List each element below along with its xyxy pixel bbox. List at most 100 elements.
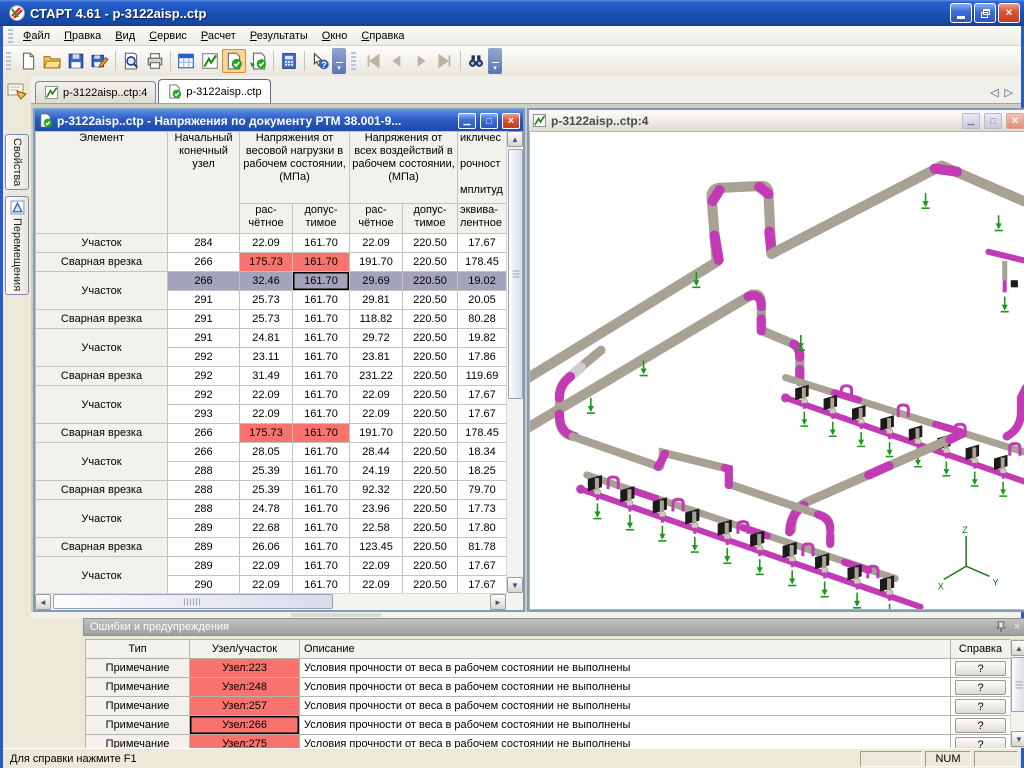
col-header-element[interactable]: Элемент xyxy=(36,132,168,234)
value-cell[interactable]: 17.86 xyxy=(458,348,507,367)
err-col-help[interactable]: Справка xyxy=(951,640,1011,659)
grid-horizontal-scrollbar[interactable]: ◄ ► xyxy=(35,593,506,610)
node-cell[interactable]: 289 xyxy=(168,519,240,538)
value-cell[interactable]: 220.50 xyxy=(403,462,458,481)
value-cell[interactable]: 161.70 xyxy=(293,519,350,538)
toolbar-overflow-button[interactable]: ▾ xyxy=(332,48,346,74)
value-cell[interactable]: 24.78 xyxy=(240,500,293,519)
value-cell[interactable]: 19.82 xyxy=(458,329,507,348)
element-cell[interactable]: Сварная врезка xyxy=(36,481,168,500)
tab-scroll-left-icon[interactable]: ◁ xyxy=(990,86,998,99)
value-cell[interactable]: 22.09 xyxy=(240,386,293,405)
help-button[interactable]: ? xyxy=(955,699,1006,714)
value-cell[interactable]: 23.11 xyxy=(240,348,293,367)
menu-view[interactable]: Вид xyxy=(108,27,142,45)
node-cell[interactable]: 266 xyxy=(168,272,240,291)
minimize-button[interactable] xyxy=(950,3,972,23)
editor-window-button[interactable] xyxy=(174,49,198,73)
error-node-cell[interactable]: Узел:275 xyxy=(190,735,300,749)
tab-view[interactable]: p-3122aisp..ctp:4 xyxy=(35,81,156,103)
save-button[interactable] xyxy=(64,49,88,73)
element-cell[interactable]: Сварная врезка xyxy=(36,424,168,443)
value-cell[interactable]: 24.81 xyxy=(240,329,293,348)
stress-row[interactable]: Сварная врезка29125.73161.70118.82220.50… xyxy=(36,310,507,329)
value-cell[interactable]: 161.70 xyxy=(293,329,350,348)
menu-help[interactable]: Справка xyxy=(354,27,411,45)
stress-row[interactable]: Сварная врезка266175.73161.70191.70220.5… xyxy=(36,424,507,443)
value-cell[interactable]: 231.22 xyxy=(350,367,403,386)
error-node-cell[interactable]: Узел:223 xyxy=(190,659,300,678)
stress-window-titlebar[interactable]: p-3122aisp..ctp - Напряжения по документ… xyxy=(35,110,523,131)
sidebar-tab-displacements[interactable]: Перемещения xyxy=(5,196,29,295)
error-node-cell[interactable]: Узел:248 xyxy=(190,678,300,697)
value-cell[interactable]: 22.09 xyxy=(240,234,293,253)
3d-viewport[interactable]: Z X Y xyxy=(529,131,1024,610)
col-header-allow2[interactable]: допус- тимое xyxy=(403,204,458,234)
node-cell[interactable]: 284 xyxy=(168,234,240,253)
element-cell[interactable]: Участок xyxy=(36,234,168,253)
node-cell[interactable]: 266 xyxy=(168,443,240,462)
value-cell[interactable]: 25.39 xyxy=(240,481,293,500)
scroll-up-icon[interactable]: ▲ xyxy=(507,131,523,147)
value-cell[interactable]: 17.67 xyxy=(458,234,507,253)
error-type-cell[interactable]: Примечание xyxy=(86,659,190,678)
value-cell[interactable]: 22.09 xyxy=(350,576,403,594)
value-cell[interactable]: 29.81 xyxy=(350,291,403,310)
err-col-type[interactable]: Тип xyxy=(86,640,190,659)
scroll-left-icon[interactable]: ◄ xyxy=(35,594,51,610)
value-cell[interactable]: 178.45 xyxy=(458,253,507,272)
stress-row[interactable]: Сварная врезка29231.49161.70231.22220.50… xyxy=(36,367,507,386)
error-node-cell[interactable]: Узел:266 xyxy=(190,716,300,735)
stress-row[interactable]: Сварная врезка28825.39161.7092.32220.507… xyxy=(36,481,507,500)
error-row[interactable]: ПримечаниеУзел:275Условия прочности от в… xyxy=(86,735,1011,749)
value-cell[interactable]: 161.70 xyxy=(293,234,350,253)
value-cell[interactable]: 79.70 xyxy=(458,481,507,500)
value-cell[interactable]: 23.81 xyxy=(350,348,403,367)
value-cell[interactable]: 22.09 xyxy=(240,405,293,424)
node-cell[interactable]: 288 xyxy=(168,500,240,519)
value-cell[interactable]: 119.69 xyxy=(458,367,507,386)
value-cell[interactable]: 29.72 xyxy=(350,329,403,348)
value-cell[interactable]: 161.70 xyxy=(293,443,350,462)
value-cell[interactable]: 191.70 xyxy=(350,253,403,272)
grid-vertical-scrollbar[interactable]: ▲ ▼ xyxy=(506,131,523,593)
menu-window[interactable]: Окно xyxy=(315,27,355,45)
error-row[interactable]: ПримечаниеУзел:266Условия прочности от в… xyxy=(86,716,1011,735)
value-cell[interactable]: 24.19 xyxy=(350,462,403,481)
value-cell[interactable]: 220.50 xyxy=(403,310,458,329)
value-cell[interactable]: 191.70 xyxy=(350,424,403,443)
col-header-node[interactable]: Начальный конечный узел xyxy=(168,132,240,234)
node-cell[interactable]: 288 xyxy=(168,481,240,500)
err-col-node[interactable]: Узел/участок xyxy=(190,640,300,659)
value-cell[interactable]: 178.45 xyxy=(458,424,507,443)
toolbar2-drag-handle[interactable] xyxy=(351,52,356,70)
value-cell[interactable]: 18.34 xyxy=(458,443,507,462)
value-cell[interactable]: 220.50 xyxy=(403,272,458,291)
value-cell[interactable]: 80.28 xyxy=(458,310,507,329)
value-cell[interactable]: 161.70 xyxy=(293,291,350,310)
value-cell[interactable]: 220.50 xyxy=(403,348,458,367)
value-cell[interactable]: 220.50 xyxy=(403,519,458,538)
stress-row[interactable]: Участок28824.78161.7023.96220.5017.73 xyxy=(36,500,507,519)
value-cell[interactable]: 22.68 xyxy=(240,519,293,538)
error-type-cell[interactable]: Примечание xyxy=(86,697,190,716)
toolbar2-overflow-button[interactable]: ▾ xyxy=(488,48,502,74)
nav-prev-button[interactable] xyxy=(385,49,409,73)
pin-icon[interactable] xyxy=(996,621,1006,633)
value-cell[interactable]: 25.73 xyxy=(240,291,293,310)
menu-drag-handle[interactable] xyxy=(8,29,13,43)
child-maximize-button[interactable]: □ xyxy=(480,113,498,129)
scroll-down-icon[interactable]: ▼ xyxy=(1011,731,1024,747)
node-cell[interactable]: 291 xyxy=(168,310,240,329)
value-cell[interactable]: 161.70 xyxy=(293,405,350,424)
value-cell[interactable]: 123.45 xyxy=(350,538,403,557)
value-cell[interactable]: 22.09 xyxy=(350,386,403,405)
context-help-button[interactable]: ? xyxy=(308,49,332,73)
error-desc-cell[interactable]: Условия прочности от веса в рабочем сост… xyxy=(300,678,951,697)
value-cell[interactable]: 22.09 xyxy=(240,557,293,576)
value-cell[interactable]: 22.09 xyxy=(350,405,403,424)
node-cell[interactable]: 266 xyxy=(168,253,240,272)
error-desc-cell[interactable]: Условия прочности от веса в рабочем сост… xyxy=(300,659,951,678)
menu-calc[interactable]: Расчет xyxy=(194,27,243,45)
value-cell[interactable]: 22.09 xyxy=(240,576,293,594)
